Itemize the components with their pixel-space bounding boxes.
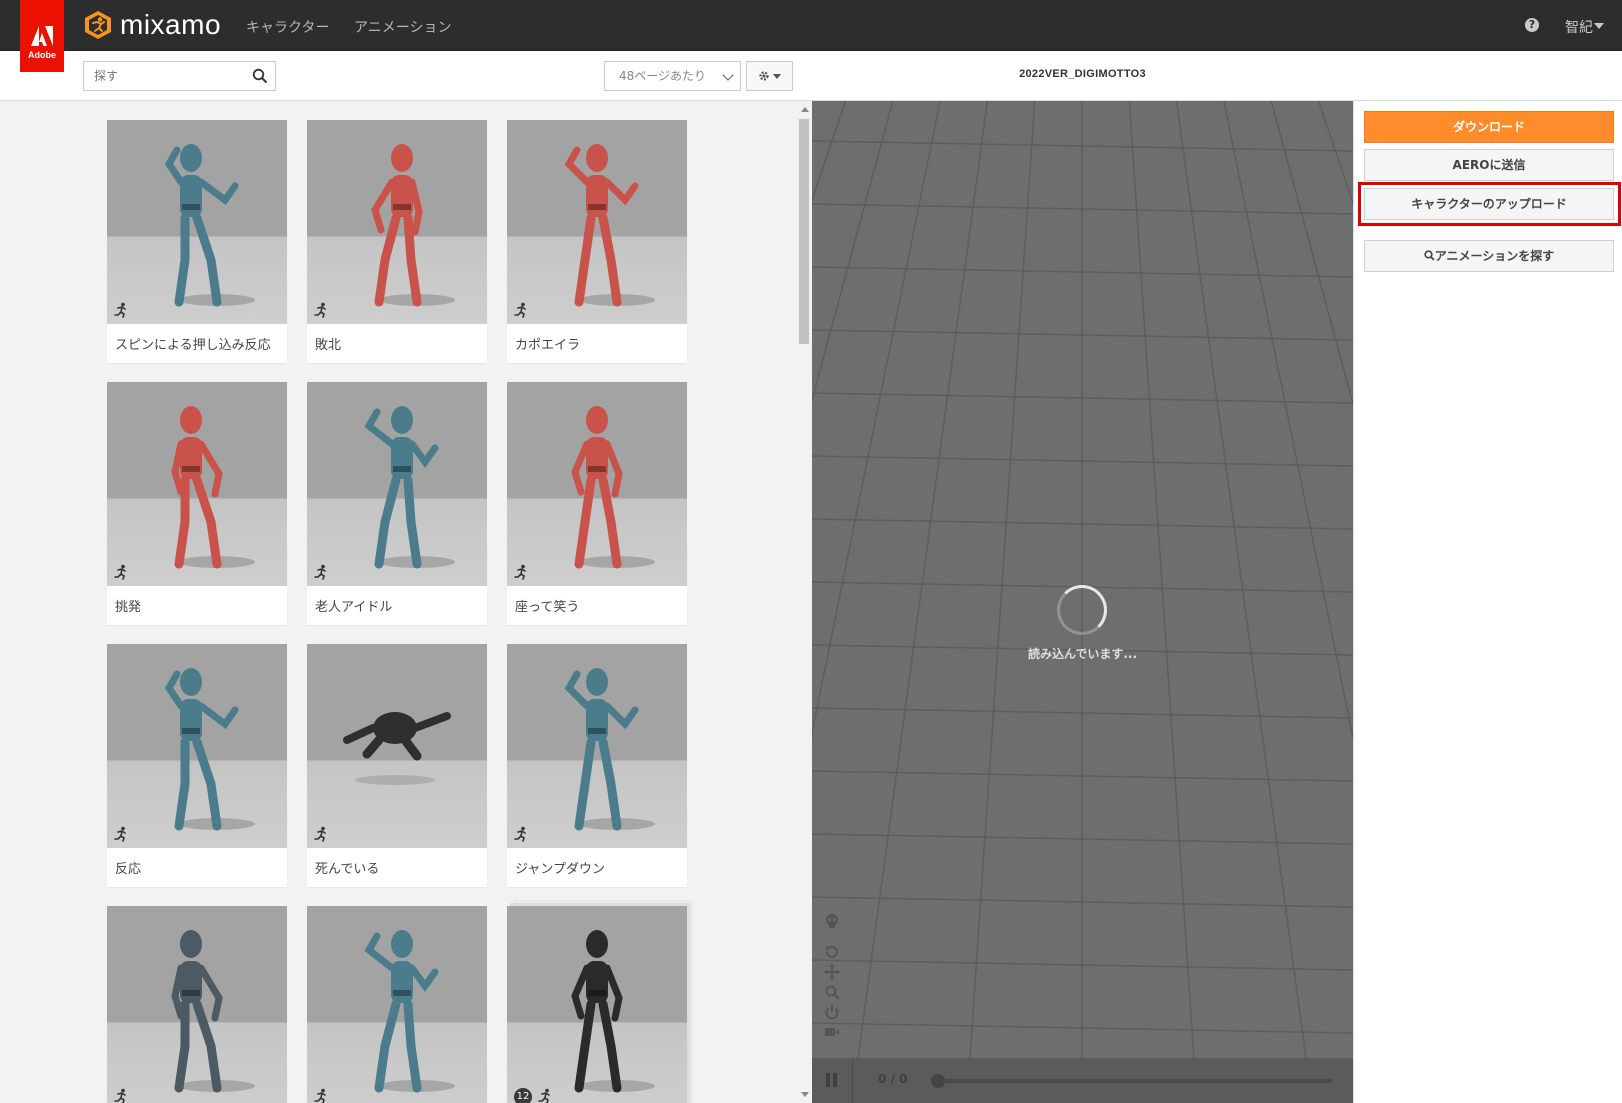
animation-thumbnail[interactable] (307, 120, 487, 324)
animation-name: 死んでいる (315, 862, 380, 877)
3d-viewport[interactable]: 読み込んでいます... 0 / 0 (812, 101, 1353, 1103)
running-man-icon (313, 1088, 329, 1103)
adobe-label: Adobe (28, 50, 56, 60)
animation-thumbnail[interactable] (307, 644, 487, 848)
mixamo-logo-icon (85, 11, 111, 39)
search-input[interactable] (84, 62, 244, 90)
animation-thumbnail[interactable] (507, 120, 687, 324)
move-icon[interactable] (824, 964, 840, 980)
find-animations-label: アニメーションを探す (1434, 249, 1555, 263)
animation-thumbnail[interactable] (107, 906, 287, 1103)
top-bar: Adobe mixamo キャラクター アニメーション ? 智紀 (0, 0, 1622, 72)
running-man-icon (513, 826, 529, 842)
animation-card[interactable]: スピンによる押し込み反応 (107, 120, 287, 363)
animation-card[interactable] (107, 906, 287, 1103)
animation-card[interactable]: 老人アイドル (307, 382, 487, 625)
animation-grid: スピンによる押し込み反応 敗北 カポエイラ挑発 老人アイドル 座って笑う反応 死んでいる ジ… (0, 101, 796, 1103)
animation-name: 座って笑う (515, 600, 580, 615)
brand-name: mixamo (120, 9, 222, 40)
per-page-value: 48ページあたり (619, 69, 707, 83)
scroll-thumb[interactable] (799, 119, 809, 344)
running-man-icon (313, 826, 329, 842)
timeline-handle[interactable] (931, 1074, 945, 1088)
nav-characters[interactable]: キャラクター (246, 17, 329, 37)
animation-card[interactable]: 座って笑う (507, 382, 687, 625)
mixamo-logo[interactable]: mixamo (84, 9, 221, 41)
pause-icon[interactable] (826, 1073, 838, 1087)
browser-toolbar: 48ページあたり (0, 51, 812, 101)
animation-name: 敗北 (315, 338, 342, 353)
animation-card[interactable]: 反応 (107, 644, 287, 887)
animation-card[interactable]: ジャンプダウン (507, 644, 687, 887)
upload-character-button[interactable]: キャラクターのアップロード (1364, 188, 1614, 220)
animation-thumbnail[interactable]: 12 (507, 906, 687, 1103)
animation-card[interactable]: 敗北 (307, 120, 487, 363)
download-button[interactable]: ダウンロード (1364, 111, 1614, 143)
animation-thumbnail[interactable] (107, 644, 287, 848)
running-man-icon (513, 564, 529, 580)
chevron-down-icon[interactable] (1594, 23, 1604, 29)
running-man-icon (313, 564, 329, 580)
rotate-icon[interactable] (824, 944, 840, 960)
running-man-icon (313, 302, 329, 318)
caret-icon (773, 73, 781, 79)
per-page-select[interactable]: 48ページあたり (604, 61, 741, 91)
animation-card[interactable]: 12 (507, 906, 687, 1103)
animation-name: 老人アイドル (315, 600, 393, 615)
skeleton-icon[interactable] (824, 913, 840, 929)
animation-name: スピンによる押し込み反応 (115, 338, 271, 353)
playback-bar: 0 / 0 (812, 1058, 1353, 1103)
search-icon (1424, 250, 1435, 261)
send-to-aero-button[interactable]: AEROに送信 (1364, 149, 1614, 181)
animation-thumbnail[interactable] (307, 382, 487, 586)
running-man-icon (113, 1088, 129, 1103)
viewer-header: 2022VER_DIGIMOTTO3 (812, 51, 1622, 101)
animation-card[interactable]: 死んでいる (307, 644, 487, 887)
animation-name: カポエイラ (515, 338, 581, 353)
animation-browser: 48ページあたり スピンによる押し込み反応 敗北 カポエイラ挑発 老人アイドル 座って笑… (0, 51, 812, 1103)
animation-name: 挑発 (115, 600, 142, 615)
animation-name: ジャンプダウン (515, 862, 605, 877)
running-man-icon (113, 826, 129, 842)
running-man-icon (113, 302, 129, 318)
find-animations-button[interactable]: アニメーションを探す (1364, 240, 1614, 272)
search-icon[interactable] (252, 68, 268, 84)
animation-thumbnail[interactable] (307, 906, 487, 1103)
running-man-icon (513, 302, 529, 318)
camera-icon[interactable] (824, 1024, 840, 1040)
animation-card[interactable]: 挑発 (107, 382, 287, 625)
animation-name: 反応 (115, 862, 142, 877)
timeline-track[interactable] (939, 1079, 1332, 1083)
animation-thumbnail[interactable] (507, 644, 687, 848)
adobe-logo-icon (31, 26, 53, 46)
adobe-logo[interactable]: Adobe (20, 0, 64, 72)
animation-thumbnail[interactable] (507, 382, 687, 586)
loading-text: 読み込んでいます... (1027, 647, 1138, 661)
animation-card[interactable]: カポエイラ (507, 120, 687, 363)
action-panel: ダウンロード AEROに送信 キャラクターのアップロード アニメーションを探す (1353, 101, 1622, 1103)
frame-counter: 0 / 0 (878, 1072, 908, 1086)
gear-icon (759, 71, 769, 81)
scroll-down-arrow[interactable] (801, 1092, 809, 1097)
scrollbar[interactable] (796, 101, 812, 1103)
animation-thumbnail[interactable] (107, 382, 287, 586)
power-icon[interactable] (824, 1004, 840, 1020)
search-box[interactable] (83, 61, 276, 91)
loading-spinner (1057, 585, 1107, 635)
running-man-icon (113, 564, 129, 580)
user-menu[interactable]: 智紀 (1565, 17, 1593, 37)
chevron-down-icon (722, 69, 734, 81)
help-icon[interactable]: ? (1525, 18, 1539, 32)
running-man-icon (537, 1088, 553, 1103)
animation-card[interactable] (307, 906, 487, 1103)
nav-animations[interactable]: アニメーション (354, 17, 451, 37)
zoom-icon[interactable] (824, 984, 840, 1000)
character-name: 2022VER_DIGIMOTTO3 (1019, 68, 1146, 80)
scroll-up-arrow[interactable] (801, 107, 809, 112)
animation-thumbnail[interactable] (107, 120, 287, 324)
pack-count-badge: 12 (514, 1088, 532, 1103)
settings-dropdown[interactable] (746, 61, 793, 91)
